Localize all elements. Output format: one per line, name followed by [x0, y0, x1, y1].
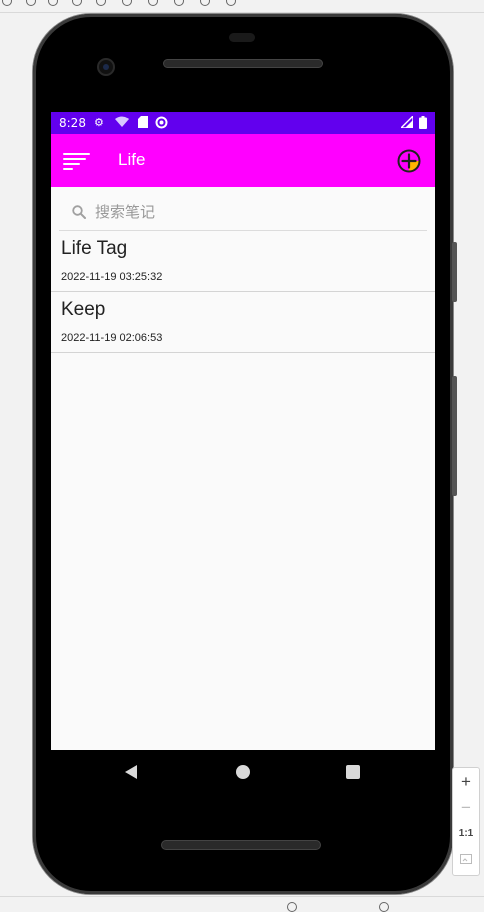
- search-bar: [59, 192, 427, 231]
- toolbar-icon[interactable]: [379, 902, 389, 912]
- navigation-bar: [51, 750, 435, 796]
- ide-status-strip: [0, 896, 484, 912]
- app-bar: Life: [51, 134, 435, 187]
- actual-size-button[interactable]: 1:1: [453, 828, 479, 839]
- status-bar: 8:28 ⚙: [51, 112, 435, 134]
- toolbar-icon[interactable]: [287, 902, 297, 912]
- toolbar-icon[interactable]: [2, 0, 12, 6]
- fit-screen-icon[interactable]: [453, 852, 479, 870]
- note-title: Keep: [61, 299, 106, 320]
- toolbar-icon[interactable]: [96, 0, 106, 6]
- toolbar-icon[interactable]: [122, 0, 132, 6]
- back-icon[interactable]: [125, 765, 137, 779]
- sd-card-icon: [138, 116, 148, 131]
- sensor-slot: [229, 33, 255, 42]
- search-input[interactable]: [93, 201, 417, 223]
- toolbar-icon[interactable]: [26, 0, 36, 6]
- ide-toolbar: [0, 0, 484, 13]
- search-icon: [72, 204, 86, 223]
- camera-icon: [97, 58, 115, 76]
- wifi-icon: [115, 116, 129, 130]
- recents-icon[interactable]: [346, 765, 360, 779]
- toolbar-icon[interactable]: [226, 0, 236, 6]
- signal-icon: [399, 114, 414, 131]
- toolbar-icon[interactable]: [148, 0, 158, 6]
- toolbar-icon[interactable]: [72, 0, 82, 6]
- settings-icon: ⚙: [94, 116, 104, 129]
- note-item[interactable]: Life Tag 2022-11-19 03:25:32: [51, 231, 435, 292]
- home-icon[interactable]: [236, 765, 250, 779]
- battery-icon: [419, 116, 427, 132]
- add-circle-icon[interactable]: [397, 149, 421, 173]
- zoom-panel: + − 1:1: [452, 767, 480, 876]
- toolbar-icon[interactable]: [174, 0, 184, 6]
- menu-icon[interactable]: [63, 153, 91, 171]
- data-saver-icon: [155, 116, 168, 132]
- earpiece-speaker: [163, 59, 323, 68]
- volume-button[interactable]: [452, 242, 457, 302]
- page-title: Life: [118, 150, 146, 169]
- toolbar-icon[interactable]: [48, 0, 58, 6]
- power-button[interactable]: [452, 376, 457, 496]
- toolbar-icon[interactable]: [200, 0, 210, 6]
- note-item[interactable]: Keep 2022-11-19 02:06:53: [51, 292, 435, 353]
- status-time: 8:28: [59, 116, 86, 130]
- note-title: Life Tag: [61, 238, 128, 259]
- zoom-out-button[interactable]: −: [453, 798, 479, 818]
- bottom-speaker: [161, 840, 321, 850]
- app-screen: 8:28 ⚙ Life 搜索笔记 Life Tag 2022-11-19 03:…: [51, 112, 435, 750]
- note-timestamp: 2022-11-19 03:25:32: [61, 271, 163, 283]
- zoom-in-button[interactable]: +: [453, 772, 479, 792]
- note-timestamp: 2022-11-19 02:06:53: [61, 332, 163, 344]
